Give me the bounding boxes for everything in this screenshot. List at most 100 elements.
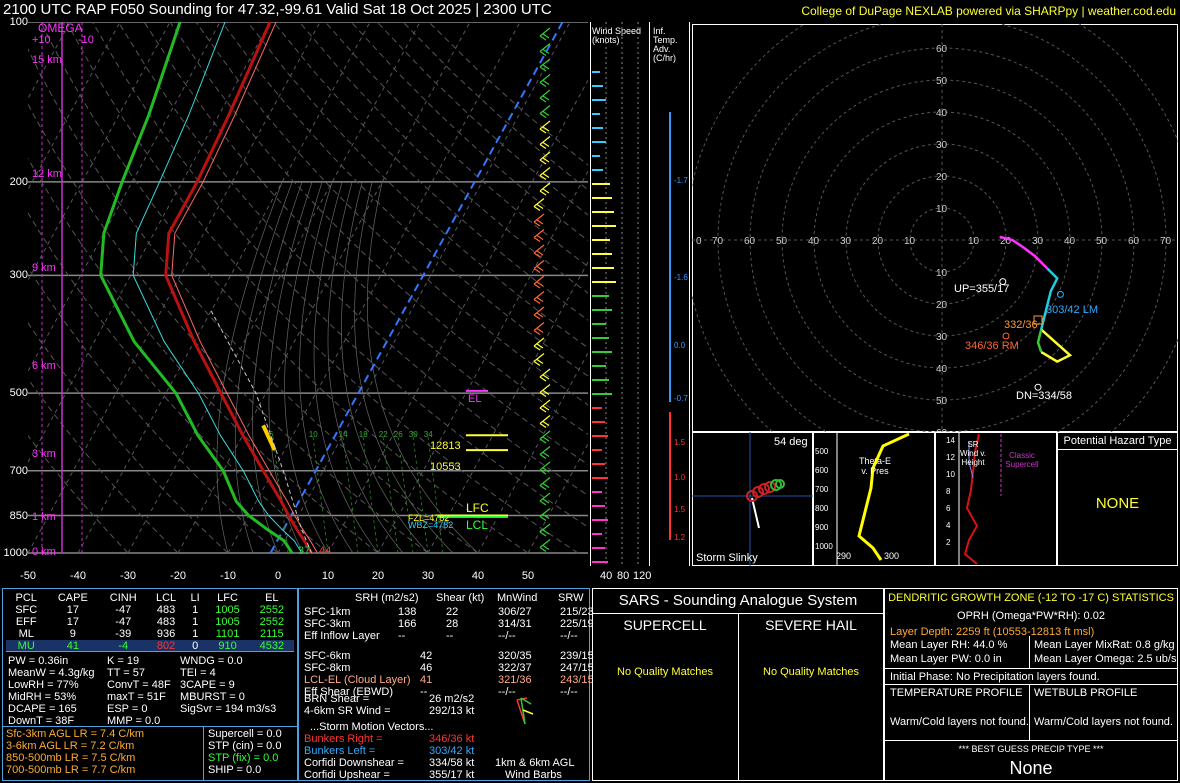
parcel-cell: 2552 (259, 604, 285, 616)
parcel-cell: -39 (115, 628, 132, 640)
hodo-y-label: 10 (936, 268, 948, 279)
hodo-x-label: 70 (712, 236, 724, 247)
index-value: MeanW = 4.3g/kg (8, 667, 95, 679)
temperature-line (164, 22, 313, 554)
index-value: ESP = 0 (107, 703, 148, 715)
parcel-cell: 936 (156, 628, 176, 640)
dgz-mean-rh: Mean Layer RH: 44.0 % (890, 639, 1008, 651)
sr-wind-46: 4-6km SR Wind = (304, 705, 391, 717)
lfc-label: LFC (466, 501, 489, 515)
dgz-depth: Layer Depth: 2259 ft (10553-12813 ft msl… (890, 626, 1095, 638)
brn-shear-val: 26 m2/s2 (429, 693, 475, 705)
sars-hail-title: SEVERE HAIL (765, 617, 857, 633)
omega-right: -10 (78, 34, 94, 46)
hodo-x-label: 20 (872, 236, 884, 247)
divider (884, 668, 1178, 669)
dgz-wb-profile: WETBULB PROFILE (1034, 687, 1138, 699)
wind-barb (539, 74, 551, 87)
wind-barb (539, 415, 551, 428)
parcel-cell: 17 (66, 616, 79, 628)
precip-title: *** BEST GUESS PRECIP TYPE *** (958, 744, 1104, 754)
kin-h-shear: Shear (kt) (436, 592, 485, 604)
temp-tick-10: 10 (321, 570, 335, 582)
dgz-mixrat: Mean Layer MixRat: 0.8 g/kg (1034, 639, 1175, 651)
kinematic-cell: 46 (420, 662, 433, 674)
dgz-temp-profile: TEMPERATURE PROFILE (890, 687, 1023, 699)
hodo-x-label: 70 (1160, 236, 1172, 247)
parcel-cell: 1 (192, 604, 199, 616)
mixing-ratio-label: 14 (339, 430, 348, 439)
wind-barb (539, 27, 551, 41)
surface-dewpoint: 37 (298, 545, 311, 557)
wind-speed-bars (592, 22, 639, 567)
kinematic-cell: 243/15 (560, 674, 594, 686)
temp-adv-value: 0.0 (674, 341, 686, 350)
sars-supercell-result: No Quality Matches (617, 666, 713, 678)
pressure-tick-100: 100 (9, 16, 28, 28)
kinematic-cell: --/-- (498, 630, 516, 642)
height-label: 3 km (32, 447, 56, 460)
lapse-rate: 3-6km AGL LR = 7.2 C/km (6, 740, 135, 752)
wind-barb (539, 477, 551, 490)
mixing-ratio-label: 10 (309, 430, 318, 439)
pressure-tick-700: 700 (9, 464, 28, 477)
parcel-cell: -47 (115, 616, 132, 628)
mixing-ratio-label: 26 (394, 430, 403, 439)
index-value: PW = 0.36in (8, 655, 69, 667)
wind-barb (539, 136, 551, 149)
hodo-x-label: 30 (1032, 236, 1044, 247)
divider (6, 651, 294, 652)
hodo-x-label: 40 (1064, 236, 1076, 247)
parcel-cell: -47 (115, 604, 132, 616)
wind-barb (533, 260, 545, 273)
parcel-row: SFC 17 -47 483 1 1005 2552 (6, 604, 294, 616)
hodo-x-label: 10 (968, 236, 980, 247)
hodo-ring-label: 40 (936, 108, 948, 119)
lapse-rates: Sfc-3km AGL LR = 7.4 C/km 3-6km AGL LR = … (6, 728, 144, 776)
el-label: EL (468, 393, 482, 405)
wind-barb (539, 492, 551, 506)
kin-h-srw: SRW (558, 592, 584, 604)
temp-adv-value: 1.5 (674, 438, 686, 447)
kinematic-cell: --/-- (560, 686, 578, 698)
divider (203, 726, 204, 781)
slinky-angle: 54 deg (774, 436, 808, 448)
hodo-ring-label: 60 (936, 44, 948, 55)
temp-adv-value: -1.6 (674, 273, 688, 282)
divider (884, 684, 1178, 685)
divider (2, 726, 298, 727)
kinematic-cell: 22 (446, 606, 459, 618)
parcel-cell: 2115 (260, 628, 284, 640)
parcel-cell: 1101 (215, 628, 240, 640)
dgz-bottom-label: 10553 (430, 461, 461, 473)
composite-params: Supercell = 0.0 STP (cin) = 0.0 STP (fix) … (208, 728, 282, 776)
parcel-cell: 9 (69, 628, 76, 640)
hodo-x-label: 60 (1128, 236, 1140, 247)
kinematic-cell: -- (398, 630, 406, 642)
parcel-cell: 17 (66, 604, 79, 616)
sr-wind-46-val: 292/13 kt (429, 705, 475, 717)
hodo-x-label: 50 (776, 236, 788, 247)
pressure-tick-1000: 1000 (3, 547, 28, 559)
sr-y-tick: 10 (946, 470, 955, 479)
kinematic-cell: 322/37 (498, 662, 532, 674)
bunkers-left: Bunkers Left = (304, 745, 376, 757)
index-value: LowRH = 77% (8, 679, 79, 691)
composite-value: Supercell = 0.0 (208, 728, 282, 740)
kinematic-cell: SFC-3km (304, 618, 351, 630)
mixing-ratio-label: 22 (379, 430, 388, 439)
parcel-header: CINH (109, 592, 137, 604)
height-label: 0 km (32, 545, 56, 558)
hodo-ring-label: 50 (936, 76, 948, 87)
hodo-x-label: 50 (1096, 236, 1108, 247)
omega-label: OMEGA (38, 21, 83, 35)
surface-temp: 44 (319, 545, 332, 557)
kinematic-cell: SFC-6km (304, 650, 351, 662)
kinematic-cell: 138 (398, 606, 417, 618)
hodo-dn-label: DN=334/58 (1016, 390, 1072, 402)
hodo-ring-label: 20 (936, 172, 948, 183)
hodo-up-label: UP=355/17 (954, 283, 1010, 295)
sr-y-tick: 8 (946, 487, 951, 496)
slinky-title: Storm Slinky (696, 552, 758, 564)
hazard-value: NONE (1095, 495, 1140, 512)
